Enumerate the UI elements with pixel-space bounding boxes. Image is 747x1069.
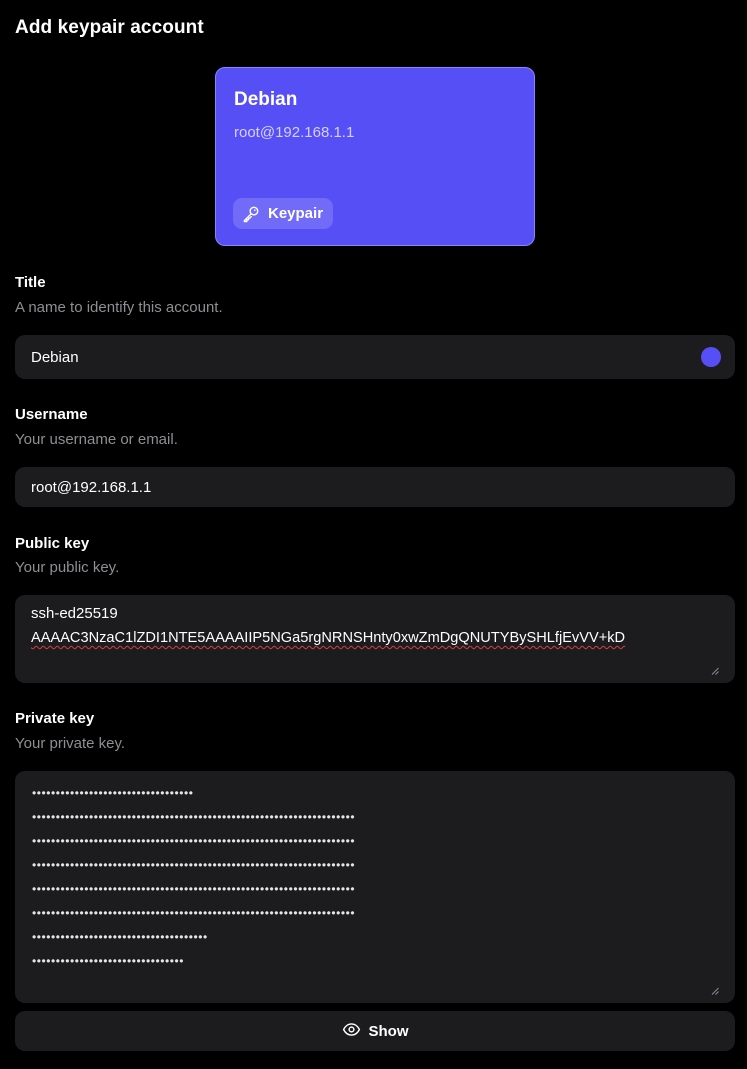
private-key-masked-line: ••••••••••••••••••••••••••••••••••••••••…	[32, 834, 356, 848]
resize-handle-icon[interactable]	[711, 667, 719, 675]
key-icon	[241, 204, 261, 224]
public-key-label: Public key	[15, 535, 90, 552]
username-input[interactable]: root@192.168.1.1	[15, 467, 735, 507]
add-keypair-account-page: Add keypair account Debian root@192.168.…	[0, 0, 747, 1069]
account-type-badge: Keypair	[233, 198, 334, 229]
public-key-hint: Your public key.	[15, 559, 120, 576]
private-key-hint: Your private key.	[15, 735, 126, 752]
color-picker-dot[interactable]	[701, 347, 721, 367]
title-hint: A name to identify this account.	[15, 299, 223, 316]
username-hint: Your username or email.	[15, 431, 178, 448]
card-title: Debian	[234, 89, 298, 110]
title-label: Title	[15, 274, 46, 291]
page-title: Add keypair account	[15, 17, 204, 38]
public-key-line-2: AAAAC3NzaC1lZDI1NTE5AAAAIIP5NGa5rgNRNSHn…	[31, 630, 626, 646]
badge-label: Keypair	[268, 205, 324, 222]
username-label: Username	[15, 406, 88, 423]
public-key-line-1: ssh-ed25519	[31, 605, 118, 622]
private-key-masked-line: ••••••••••••••••••••••••••••••••••••••••…	[32, 858, 356, 872]
private-key-masked-line: ••••••••••••••••••••••••••••••••••••••••…	[32, 810, 356, 824]
show-button-label: Show	[368, 1022, 409, 1040]
account-preview-card: Debian root@192.168.1.1 Keypair	[215, 67, 535, 246]
title-input[interactable]: Debian	[15, 335, 735, 379]
title-input-value: Debian	[31, 348, 79, 366]
private-key-masked-line: •••••••••••••••••••••••••••••••••••••	[32, 930, 208, 944]
private-key-masked-line: ••••••••••••••••••••••••••••••••••	[32, 786, 194, 800]
private-key-masked-line: ••••••••••••••••••••••••••••••••	[32, 954, 185, 968]
show-private-key-button[interactable]: Show	[15, 1011, 735, 1051]
private-key-masked-line: ••••••••••••••••••••••••••••••••••••••••…	[32, 882, 356, 896]
card-subtitle: root@192.168.1.1	[234, 124, 355, 141]
resize-handle-icon[interactable]	[711, 987, 719, 995]
private-key-label: Private key	[15, 710, 95, 727]
public-key-textarea[interactable]: ssh-ed25519 AAAAC3NzaC1lZDI1NTE5AAAAIIP5…	[15, 595, 735, 683]
private-key-masked-line: ••••••••••••••••••••••••••••••••••••••••…	[32, 906, 356, 920]
username-input-value: root@192.168.1.1	[31, 478, 152, 496]
eye-icon	[342, 1020, 361, 1043]
